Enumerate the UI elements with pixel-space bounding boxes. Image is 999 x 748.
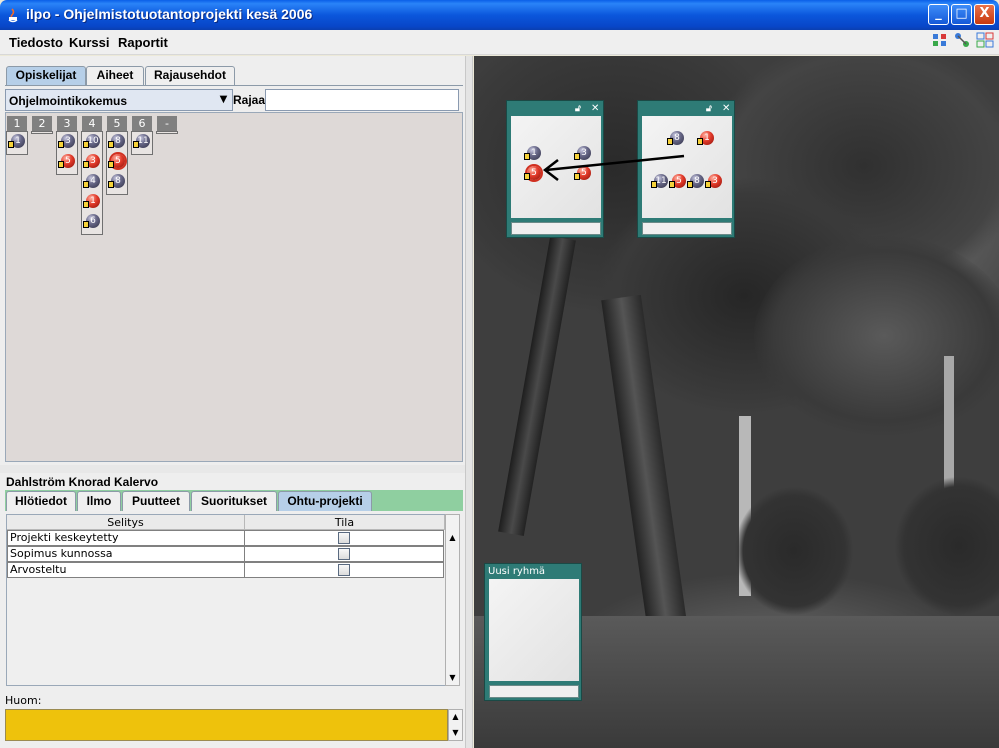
- table-row[interactable]: Sopimus kunnossa: [7, 546, 445, 562]
- status-checkbox[interactable]: [338, 548, 350, 560]
- column-header[interactable]: 6: [132, 116, 152, 131]
- tab-suoritukset[interactable]: Suoritukset: [191, 491, 277, 511]
- scroll-down-icon[interactable]: ▼: [446, 671, 459, 685]
- student-column[interactable]: [31, 131, 53, 134]
- table-row[interactable]: Arvosteltu: [7, 562, 445, 578]
- student-number: 4: [90, 176, 96, 186]
- java-app-icon: [8, 8, 18, 23]
- column-header[interactable]: 4: [82, 116, 102, 131]
- tab-aiheet[interactable]: Aiheet: [86, 66, 144, 85]
- tab-opiskelijat[interactable]: Opiskelijat: [6, 66, 86, 85]
- status-checkbox[interactable]: [338, 532, 350, 544]
- status-badge-icon: [83, 161, 89, 168]
- tab-hlotiedot[interactable]: Hlötiedot: [6, 491, 76, 511]
- huom-textarea[interactable]: [5, 709, 448, 741]
- student-number: 5: [115, 156, 121, 166]
- student-number: 8: [115, 136, 121, 146]
- tab-divider: [5, 85, 463, 86]
- status-badge-icon: [133, 141, 139, 148]
- student-number: 1: [90, 196, 96, 206]
- huom-label: Huom:: [5, 694, 42, 707]
- grid-view-icon[interactable]: [930, 30, 950, 50]
- maximize-icon: □: [955, 6, 968, 21]
- row-status-cell: [244, 546, 444, 562]
- column-header[interactable]: -: [157, 116, 177, 131]
- row-label: Arvosteltu: [7, 562, 245, 578]
- status-badge-icon: [108, 181, 114, 188]
- status-checkbox[interactable]: [338, 564, 350, 576]
- row-status-cell: [244, 530, 444, 546]
- student-number: 5: [65, 156, 71, 166]
- scroll-down-icon[interactable]: ▼: [449, 726, 462, 740]
- student-column[interactable]: [156, 131, 178, 134]
- column-header[interactable]: 5: [107, 116, 127, 131]
- close-button[interactable]: X: [974, 4, 995, 25]
- row-status-cell: [244, 562, 444, 578]
- column-header[interactable]: 3: [57, 116, 77, 131]
- tab-ilmo[interactable]: Ilmo: [77, 491, 121, 511]
- status-badge-icon: [8, 141, 14, 148]
- horizontal-splitter[interactable]: [0, 465, 471, 473]
- maximize-button[interactable]: □: [951, 4, 972, 25]
- column-header-tila[interactable]: Tila: [245, 515, 445, 530]
- tab-ohtu-projekti[interactable]: Ohtu-projekti: [278, 491, 372, 511]
- column-header-selitys[interactable]: Selitys: [7, 515, 245, 530]
- tab-puutteet[interactable]: Puutteet: [122, 491, 190, 511]
- title-bar[interactable]: ilpo - Ohjelmistotuotantoprojekti kesä 2…: [0, 0, 999, 30]
- huom-scrollbar[interactable]: ▲ ▼: [448, 709, 463, 741]
- menu-bar: Tiedosto Kurssi Raportit: [0, 30, 999, 55]
- window-title: ilpo - Ohjelmistotuotantoprojekti kesä 2…: [26, 6, 313, 22]
- row-label: Sopimus kunnossa: [7, 546, 245, 562]
- row-label: Projekti keskeytetty: [7, 530, 245, 546]
- column-header[interactable]: 1: [7, 116, 27, 131]
- student-number: 6: [90, 216, 96, 226]
- student-number: 1: [15, 136, 21, 146]
- student-number: 3: [65, 136, 71, 146]
- status-badge-icon: [108, 161, 114, 168]
- tab-rajausehdot[interactable]: Rajausehdot: [145, 66, 235, 85]
- student-number: 8: [115, 176, 121, 186]
- scroll-up-icon[interactable]: ▲: [449, 710, 462, 724]
- menu-kurssi[interactable]: Kurssi: [69, 35, 109, 50]
- filter-dropdown[interactable]: Ohjelmointikokemus ▼: [5, 89, 233, 111]
- status-badge-icon: [58, 161, 64, 168]
- close-icon: X: [979, 6, 990, 21]
- column-header[interactable]: 2: [32, 116, 52, 131]
- status-badge-icon: [83, 181, 89, 188]
- minimize-button[interactable]: _: [928, 4, 949, 25]
- status-badge-icon: [83, 221, 89, 228]
- filter-selected-value: Ohjelmointikokemus: [9, 94, 128, 108]
- rajaa-input[interactable]: [265, 89, 459, 111]
- table-row[interactable]: Projekti keskeytetty: [7, 530, 445, 546]
- layout-icon[interactable]: [975, 30, 995, 50]
- menu-raportit[interactable]: Raportit: [118, 35, 168, 50]
- status-badge-icon: [108, 141, 114, 148]
- table-scrollbar[interactable]: ▲ ▼: [445, 514, 460, 686]
- menu-tiedosto[interactable]: Tiedosto: [9, 35, 63, 50]
- rajaa-label: Rajaa: [233, 93, 266, 107]
- status-badge-icon: [58, 141, 64, 148]
- chevron-down-icon[interactable]: ▼: [214, 90, 233, 110]
- status-badge-icon: [83, 141, 89, 148]
- minimize-icon: _: [935, 6, 942, 21]
- status-badge-icon: [83, 201, 89, 208]
- vertical-splitter[interactable]: [465, 56, 473, 748]
- student-number: 3: [90, 156, 96, 166]
- link-icon[interactable]: [952, 30, 972, 50]
- scroll-up-icon[interactable]: ▲: [446, 531, 459, 545]
- student-name: Dahlström Knorad Kalervo: [6, 475, 159, 489]
- drag-arrow: [542, 154, 685, 181]
